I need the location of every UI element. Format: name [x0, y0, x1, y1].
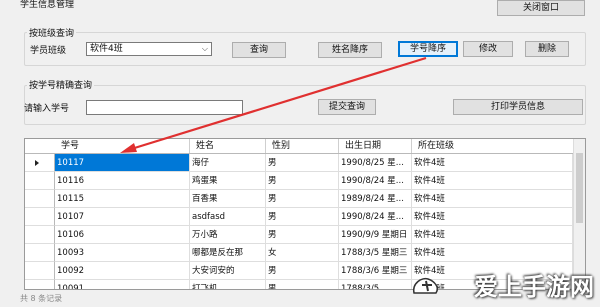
class-select-value: 软件4班: [90, 44, 123, 54]
name-desc-button[interactable]: 姓名降序: [318, 42, 382, 58]
column-header-id[interactable]: 学号: [55, 139, 190, 153]
chevron-down-icon: ⌵: [201, 44, 208, 53]
cell-birth[interactable]: 1788/3/6 星期三: [339, 262, 412, 280]
cell-name[interactable]: 百香果: [190, 190, 266, 208]
cell-gender[interactable]: 男: [266, 262, 339, 280]
cell-gender[interactable]: 女: [266, 244, 339, 262]
grid-header: 学号 姓名 性别 出生日期 所在班级: [25, 139, 573, 154]
cell-name[interactable]: 万小路: [190, 226, 266, 244]
table-row[interactable]: 10106 万小路 男 1990/9/9 星期日 软件4班: [25, 226, 573, 244]
cell-class[interactable]: 软件4班: [412, 190, 573, 208]
cell-class[interactable]: 软件4班: [412, 226, 573, 244]
cell-gender[interactable]: 男: [266, 280, 339, 289]
window-title: 学生信息管理: [20, 0, 75, 10]
cell-gender[interactable]: 男: [266, 226, 339, 244]
cell-birth[interactable]: 1990/8/24 星...: [339, 208, 412, 226]
cell-birth[interactable]: 1990/8/24 星...: [339, 172, 412, 190]
cell-gender[interactable]: 男: [266, 190, 339, 208]
cell-id[interactable]: 10116: [55, 172, 190, 190]
cell-name[interactable]: 鸡蛋果: [190, 172, 266, 190]
cell-name[interactable]: 海仔: [190, 154, 266, 172]
cell-class[interactable]: 软件4班: [412, 244, 573, 262]
cell-id[interactable]: 10106: [55, 226, 190, 244]
cell-class[interactable]: 软件4班: [412, 154, 573, 172]
modify-button[interactable]: 修改: [463, 41, 513, 57]
submit-query-button[interactable]: 提交查询: [318, 99, 376, 115]
id-query-group-title: 按学号精确查询: [27, 78, 95, 91]
delete-button[interactable]: 删除: [525, 41, 569, 57]
id-desc-button[interactable]: 学号降序: [398, 41, 458, 57]
column-header-name[interactable]: 姓名: [190, 139, 266, 153]
cell-id[interactable]: 10091: [55, 280, 190, 289]
row-header[interactable]: [25, 190, 55, 208]
row-header[interactable]: [25, 226, 55, 244]
column-header-class[interactable]: 所在班级: [412, 139, 573, 153]
class-query-group-title: 按班级查询: [27, 26, 77, 39]
cell-id[interactable]: 10115: [55, 190, 190, 208]
cell-id[interactable]: 10092: [55, 262, 190, 280]
row-header[interactable]: [25, 262, 55, 280]
cell-class[interactable]: 软件4班: [412, 208, 573, 226]
query-button[interactable]: 查询: [232, 42, 286, 58]
row-header[interactable]: [25, 172, 55, 190]
scrollbar-thumb[interactable]: [576, 153, 583, 223]
table-row[interactable]: 10117 海仔 男 1990/8/25 星... 软件4班: [25, 154, 573, 172]
column-header-gender[interactable]: 性别: [266, 139, 339, 153]
cell-birth[interactable]: 1989/8/24 星...: [339, 190, 412, 208]
cell-id[interactable]: 10107: [55, 208, 190, 226]
cell-name[interactable]: asdfasd: [190, 208, 266, 226]
cell-class[interactable]: 软件4班: [412, 172, 573, 190]
cell-birth[interactable]: 1990/8/25 星...: [339, 154, 412, 172]
column-header-birth[interactable]: 出生日期: [339, 139, 412, 153]
class-label: 学员班级: [30, 46, 67, 56]
cell-name[interactable]: 打飞机: [190, 280, 266, 289]
cell-gender[interactable]: 男: [266, 208, 339, 226]
cell-id[interactable]: 10117: [55, 154, 190, 172]
row-pointer-icon: [35, 160, 39, 166]
watermark-logo-icon: [413, 277, 439, 294]
class-select[interactable]: 软件4班 ⌵: [86, 42, 212, 56]
table-row[interactable]: 10115 百香果 男 1989/8/24 星... 软件4班: [25, 190, 573, 208]
table-row[interactable]: 10093 哪都是反在那 女 1788/3/5 星期三 软件4班: [25, 244, 573, 262]
close-window-button[interactable]: 关闭窗口: [497, 0, 585, 16]
row-header[interactable]: [25, 208, 55, 226]
row-header[interactable]: [25, 154, 55, 172]
cell-birth[interactable]: 1788/3/5 ...: [339, 280, 412, 289]
student-id-input[interactable]: [86, 100, 243, 115]
cell-birth[interactable]: 1990/9/9 星期日: [339, 226, 412, 244]
table-row[interactable]: 10116 鸡蛋果 男 1990/8/24 星... 软件4班: [25, 172, 573, 190]
cell-name[interactable]: 大安诃安的: [190, 262, 266, 280]
print-students-button[interactable]: 打印学员信息: [453, 99, 583, 115]
status-text: 共 8 条记录: [20, 294, 63, 303]
row-header[interactable]: [25, 280, 55, 289]
row-header[interactable]: [25, 244, 55, 262]
cell-id[interactable]: 10093: [55, 244, 190, 262]
table-row[interactable]: 10107 asdfasd 男 1990/8/24 星... 软件4班: [25, 208, 573, 226]
watermark-text: 爱上手游网: [474, 273, 594, 301]
id-input-label: 请输入学号: [24, 104, 70, 114]
cell-name[interactable]: 哪都是反在那: [190, 244, 266, 262]
cell-birth[interactable]: 1788/3/5 星期三: [339, 244, 412, 262]
cell-gender[interactable]: 男: [266, 154, 339, 172]
cell-gender[interactable]: 男: [266, 172, 339, 190]
